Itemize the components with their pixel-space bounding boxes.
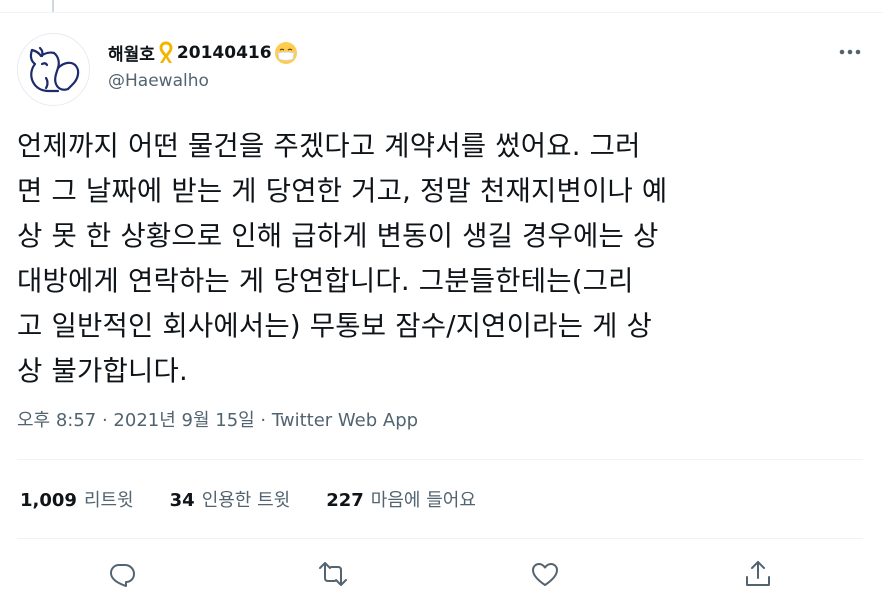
reply-button[interactable] [106,558,138,590]
share-button[interactable] [742,558,774,590]
retweet-count-link[interactable]: 1,009 리트윗 [20,486,134,512]
avatar[interactable] [17,33,90,106]
retweet-icon [319,562,347,586]
retweet-label: 리트윗 [83,490,134,511]
squirrel-logo-icon [29,46,80,93]
like-icon [532,563,558,586]
stats-top-divider [17,459,863,460]
like-button[interactable] [529,558,561,590]
actions-top-divider [17,538,863,539]
more-icon [839,49,861,55]
reply-icon [110,564,135,587]
tweet-stats: 1,009 리트윗 34 인용한 트윗 227 마음에 들어요 [20,486,512,512]
author-name-row[interactable]: 해월호 20140416 [108,40,298,65]
more-options-button[interactable] [836,42,864,62]
quote-count-link[interactable]: 34 인용한 트윗 [170,486,291,512]
retweet-count: 1,009 [20,490,77,511]
thread-connector-line [52,0,54,12]
top-divider [0,12,883,13]
author-display-name[interactable]: 해월호 [108,40,155,65]
like-count: 227 [326,490,364,511]
share-icon [746,561,770,586]
tweet-text: 언제까지 어떤 물건을 주겠다고 계약서를 썼어요. 그러 면 그 날짜에 받는… [17,130,668,387]
yellow-ribbon-icon [159,40,173,63]
tweet-timestamp-source[interactable]: 오후 8:57 · 2021년 9월 15일 · Twitter Web App [17,406,418,432]
like-label: 마음에 들어요 [370,490,476,511]
quote-label: 인용한 트윗 [201,490,291,511]
face-with-mask-icon [274,41,297,64]
retweet-button[interactable] [317,558,349,590]
like-count-link[interactable]: 227 마음에 들어요 [326,486,476,512]
author-display-suffix[interactable]: 20140416 [177,43,272,63]
author-handle[interactable]: @Haewalho [108,71,209,91]
quote-count: 34 [169,490,195,511]
